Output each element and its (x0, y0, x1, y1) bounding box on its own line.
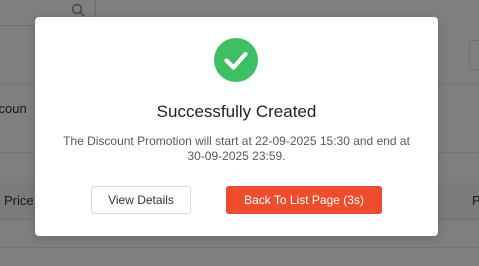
view-details-button[interactable]: View Details (91, 186, 191, 214)
check-circle-icon (214, 38, 258, 82)
success-modal: Successfully Created The Discount Promot… (35, 17, 438, 236)
back-to-list-button[interactable]: Back To List Page (3s) (226, 186, 382, 214)
modal-message: The Discount Promotion will start at 22-… (63, 134, 410, 163)
modal-title: Successfully Created (156, 102, 317, 121)
